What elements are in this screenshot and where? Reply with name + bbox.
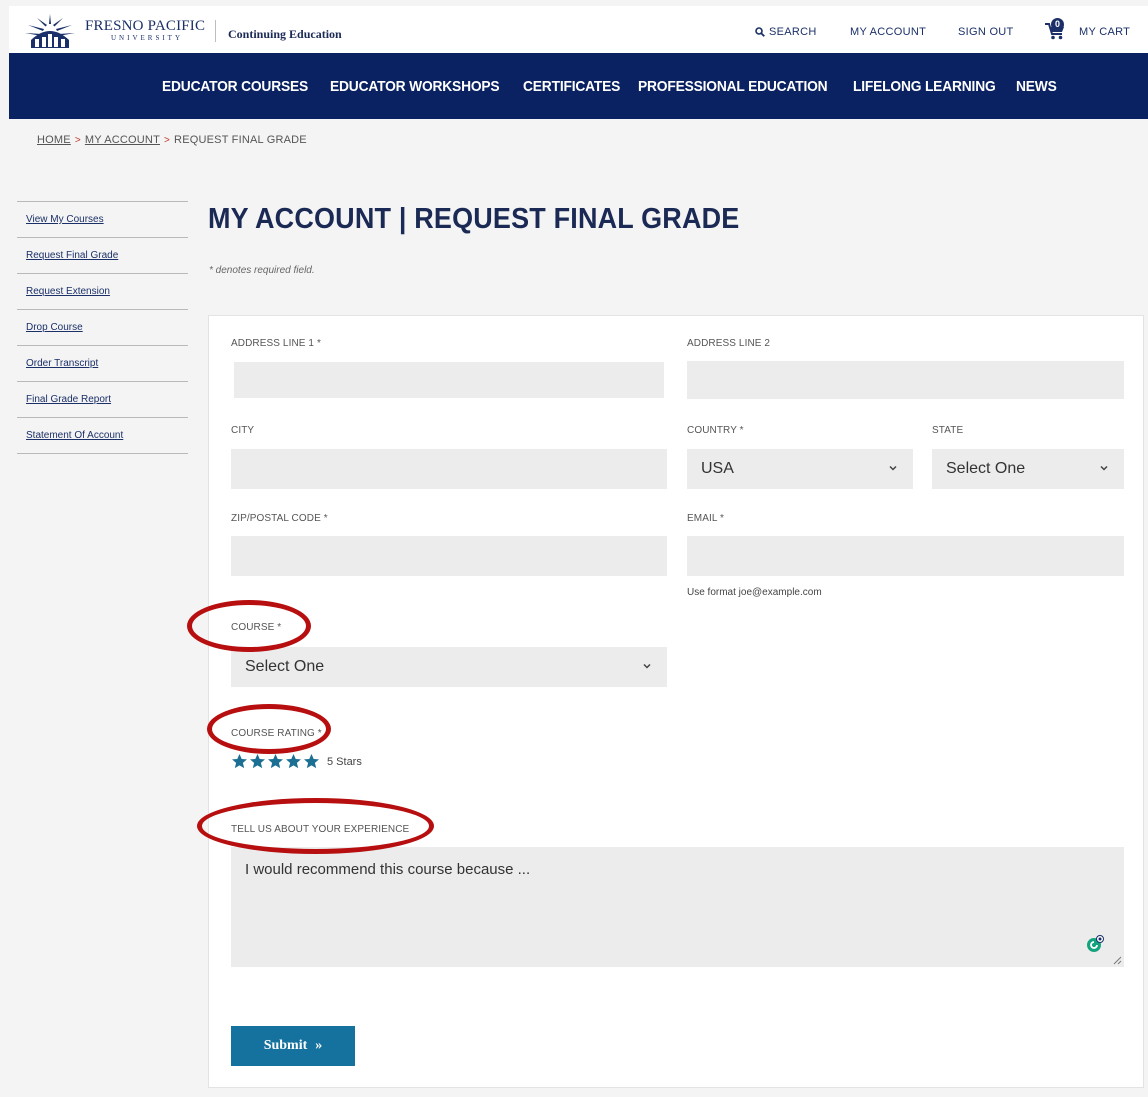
nav-news[interactable]: NEWS — [1016, 78, 1057, 95]
course-selected-value: Select One — [245, 658, 325, 675]
search-icon — [755, 27, 765, 37]
logo-name: FRESNO PACIFIC — [85, 17, 206, 34]
final-grade-form: ADDRESS LINE 1 * ADDRESS LINE 2 CITY COU… — [208, 315, 1144, 1088]
star-icon[interactable] — [249, 753, 266, 770]
nav-certificates[interactable]: CERTIFICATES — [523, 78, 620, 95]
state-select[interactable]: Select One — [932, 449, 1124, 489]
sign-out-link[interactable]: SIGN OUT — [958, 26, 1014, 38]
email-input[interactable] — [687, 536, 1124, 576]
star-icon[interactable] — [285, 753, 302, 770]
star-list — [231, 753, 320, 770]
state-selected-value: Select One — [946, 460, 1026, 477]
breadcrumb-current: REQUEST FINAL GRADE — [174, 134, 307, 146]
nav-items: EDUCATOR COURSES EDUCATOR WORKSHOPS CERT… — [162, 53, 1057, 119]
my-account-link[interactable]: MY ACCOUNT — [850, 26, 926, 38]
logo-wordmark: FRESNO PACIFIC UNIVERSITY — [85, 17, 206, 42]
sidebar-item-order-transcript[interactable]: Order Transcript — [17, 346, 188, 382]
course-rating-label: COURSE RATING * — [231, 728, 322, 739]
division-label: Continuing Education — [228, 27, 342, 41]
search-label: SEARCH — [769, 26, 817, 38]
sidebar-item-request-extension[interactable]: Request Extension — [17, 274, 188, 310]
address-line-1-label: ADDRESS LINE 1 * — [231, 338, 321, 349]
chevron-down-icon — [889, 465, 897, 471]
nav-lifelong-learning[interactable]: LIFELONG LEARNING — [853, 78, 996, 95]
page-title: MY ACCOUNT | REQUEST FINAL GRADE — [208, 203, 740, 235]
breadcrumb-separator: > — [74, 134, 81, 146]
chevron-down-icon — [643, 663, 651, 669]
breadcrumb-home[interactable]: HOME — [37, 134, 71, 146]
breadcrumb-separator: > — [164, 134, 171, 146]
star-icon[interactable] — [267, 753, 284, 770]
address-line-2-input[interactable] — [687, 361, 1124, 399]
country-selected-value: USA — [701, 460, 734, 477]
sidebar-item-final-grade-report[interactable]: Final Grade Report — [17, 382, 188, 418]
sidebar-item-view-my-courses[interactable]: View My Courses — [17, 202, 188, 238]
university-seal-icon — [25, 14, 75, 48]
double-chevron-right-icon: » — [315, 1038, 323, 1053]
chevron-down-icon — [1100, 465, 1108, 471]
experience-textarea[interactable]: I would recommend this course because ..… — [231, 847, 1124, 967]
nav-educator-workshops[interactable]: EDUCATOR WORKSHOPS — [330, 78, 500, 95]
nav-educator-courses[interactable]: EDUCATOR COURSES — [162, 78, 308, 95]
submit-label: Submit — [263, 1038, 308, 1053]
country-label: COUNTRY * — [687, 425, 744, 436]
city-label: CITY — [231, 425, 255, 436]
star-icon[interactable] — [231, 753, 248, 770]
cart-count-badge: 0 — [1051, 18, 1064, 31]
main-navigation: EDUCATOR COURSES EDUCATOR WORKSHOPS CERT… — [9, 53, 1148, 119]
address-line-2-label: ADDRESS LINE 2 — [687, 338, 771, 349]
search-link[interactable]: SEARCH — [755, 26, 817, 38]
required-field-note: * denotes required field. — [209, 265, 315, 276]
country-select[interactable]: USA — [687, 449, 913, 489]
header-divider — [215, 20, 216, 42]
my-cart-link[interactable]: MY CART — [1079, 26, 1130, 38]
course-rating-text: 5 Stars — [327, 755, 362, 768]
nav-professional-education[interactable]: PROFESSIONAL EDUCATION — [638, 78, 828, 95]
breadcrumb-my-account[interactable]: MY ACCOUNT — [85, 134, 160, 146]
email-format-hint: Use format joe@example.com — [687, 587, 822, 598]
breadcrumb: HOME > MY ACCOUNT > REQUEST FINAL GRADE — [37, 134, 307, 146]
email-label: EMAIL * — [687, 513, 725, 524]
experience-placeholder: I would recommend this course because ..… — [245, 861, 531, 878]
address-line-1-input[interactable] — [234, 362, 664, 398]
zip-code-label: ZIP/POSTAL CODE * — [231, 513, 328, 524]
logo-sub: UNIVERSITY — [111, 33, 183, 42]
resize-handle-icon[interactable] — [1112, 955, 1122, 965]
grammarly-icon[interactable] — [1086, 935, 1104, 953]
sidebar-item-statement-of-account[interactable]: Statement Of Account — [17, 418, 188, 454]
course-label: COURSE * — [231, 622, 282, 633]
top-header: FRESNO PACIFIC UNIVERSITY Continuing Edu… — [9, 6, 1148, 53]
account-sidebar: View My Courses Request Final Grade Requ… — [17, 201, 188, 454]
sidebar-item-drop-course[interactable]: Drop Course — [17, 310, 188, 346]
star-icon[interactable] — [303, 753, 320, 770]
zip-code-input[interactable] — [231, 536, 667, 576]
sidebar-item-request-final-grade[interactable]: Request Final Grade — [17, 238, 188, 274]
course-rating-stars[interactable]: 5 Stars — [231, 753, 362, 770]
submit-button[interactable]: Submit » — [231, 1026, 355, 1066]
state-label: STATE — [932, 425, 964, 436]
experience-label: TELL US ABOUT YOUR EXPERIENCE — [231, 824, 410, 835]
city-input[interactable] — [231, 449, 667, 489]
university-logo[interactable]: FRESNO PACIFIC UNIVERSITY — [17, 10, 217, 50]
course-select[interactable]: Select One — [231, 647, 667, 687]
